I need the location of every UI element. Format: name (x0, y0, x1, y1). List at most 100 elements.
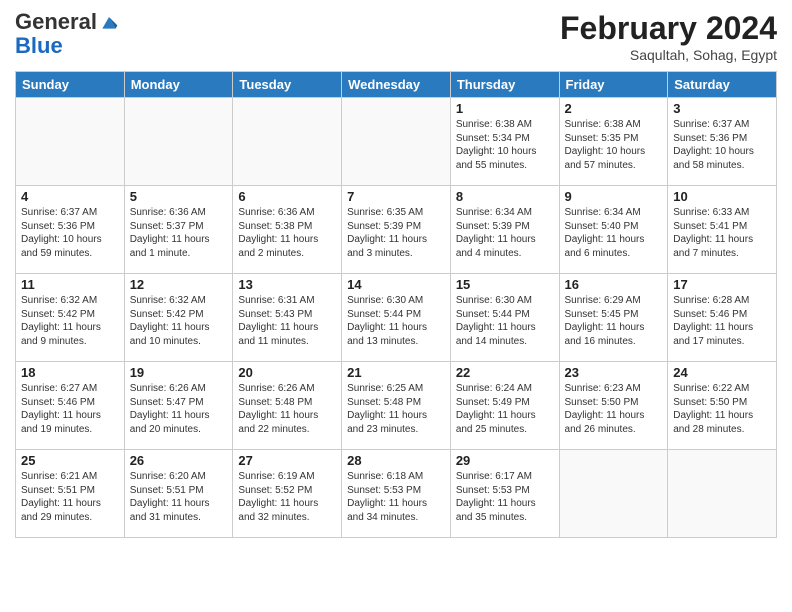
table-row: 22 Sunrise: 6:24 AM Sunset: 5:49 PM Dayli… (450, 362, 559, 450)
day-number: 18 (21, 365, 119, 380)
day-info: Sunrise: 6:36 AM Sunset: 5:38 PM Dayligh… (238, 206, 336, 260)
calendar-week-row: 4 Sunrise: 6:37 AM Sunset: 5:36 PM Daylig… (16, 186, 777, 274)
calendar-body: 1 Sunrise: 6:38 AM Sunset: 5:34 PM Daylig… (16, 98, 777, 538)
table-row: 24Sunrise: 6:22 AM Sunset: 5:50 PM Dayli… (668, 362, 777, 450)
day-info: Sunrise: 6:26 AM Sunset: 5:47 PM Dayligh… (130, 382, 228, 436)
day-number: 16 (565, 277, 663, 292)
day-info: Sunrise: 6:31 AM Sunset: 5:43 PM Dayligh… (238, 294, 336, 348)
table-row: 13 Sunrise: 6:31 AM Sunset: 5:43 PM Dayli… (233, 274, 342, 362)
table-row: 4 Sunrise: 6:37 AM Sunset: 5:36 PM Daylig… (16, 186, 125, 274)
day-number: 8 (456, 189, 554, 204)
col-friday: Friday (559, 72, 668, 98)
day-info: Sunrise: 6:37 AM Sunset: 5:36 PM Dayligh… (21, 206, 119, 260)
day-info: Sunrise: 6:36 AM Sunset: 5:37 PM Dayligh… (130, 206, 228, 260)
table-row: 15 Sunrise: 6:30 AM Sunset: 5:44 PM Dayli… (450, 274, 559, 362)
table-row: 9 Sunrise: 6:34 AM Sunset: 5:40 PM Daylig… (559, 186, 668, 274)
day-info: Sunrise: 6:34 AM Sunset: 5:40 PM Dayligh… (565, 206, 663, 260)
table-row: 27 Sunrise: 6:19 AM Sunset: 5:52 PM Dayli… (233, 450, 342, 538)
logo: General Blue (15, 10, 119, 58)
calendar-week-row: 25 Sunrise: 6:21 AM Sunset: 5:51 PM Dayli… (16, 450, 777, 538)
day-number: 13 (238, 277, 336, 292)
table-row: 18 Sunrise: 6:27 AM Sunset: 5:46 PM Dayli… (16, 362, 125, 450)
table-row: 11Sunrise: 6:32 AM Sunset: 5:42 PM Dayli… (16, 274, 125, 362)
table-row (559, 450, 668, 538)
table-row: 29 Sunrise: 6:17 AM Sunset: 5:53 PM Dayli… (450, 450, 559, 538)
table-row: 12Sunrise: 6:32 AM Sunset: 5:42 PM Dayli… (124, 274, 233, 362)
day-info: Sunrise: 6:32 AM Sunset: 5:42 PM Dayligh… (130, 294, 228, 348)
day-info: Sunrise: 6:38 AM Sunset: 5:35 PM Dayligh… (565, 118, 663, 172)
table-row (342, 98, 451, 186)
header: General Blue February 2024 Saqultah, Soh… (15, 10, 777, 63)
day-info: Sunrise: 6:25 AM Sunset: 5:48 PM Dayligh… (347, 382, 445, 436)
col-sunday: Sunday (16, 72, 125, 98)
day-number: 11 (21, 277, 119, 292)
day-info: Sunrise: 6:34 AM Sunset: 5:39 PM Dayligh… (456, 206, 554, 260)
calendar-week-row: 1 Sunrise: 6:38 AM Sunset: 5:34 PM Daylig… (16, 98, 777, 186)
table-row: 28 Sunrise: 6:18 AM Sunset: 5:53 PM Dayli… (342, 450, 451, 538)
table-row: 26 Sunrise: 6:20 AM Sunset: 5:51 PM Dayli… (124, 450, 233, 538)
day-info: Sunrise: 6:26 AM Sunset: 5:48 PM Dayligh… (238, 382, 336, 436)
calendar-week-row: 11 Sunrise: 6:32 AM Sunset: 5:42 PM Dayli… (16, 274, 777, 362)
table-row: 23 Sunrise: 6:23 AM Sunset: 5:50 PM Dayli… (559, 362, 668, 450)
table-row (233, 98, 342, 186)
logo-icon (99, 12, 119, 32)
col-wednesday: Wednesday (342, 72, 451, 98)
day-info: Sunrise: 6:38 AM Sunset: 5:34 PM Dayligh… (456, 118, 554, 172)
calendar-table: Sunday Monday Tuesday Wednesday Thursday… (15, 71, 777, 538)
day-number: 24 (673, 365, 771, 380)
day-number: 26 (130, 453, 228, 468)
col-saturday: Saturday (668, 72, 777, 98)
table-row: 14 Sunrise: 6:30 AM Sunset: 5:44 PM Dayli… (342, 274, 451, 362)
day-info: Sunrise: 6:27 AM Sunset: 5:46 PM Dayligh… (21, 382, 119, 436)
day-number: 20 (238, 365, 336, 380)
day-info: Sunrise: 6:23 AM Sunset: 5:50 PM Dayligh… (565, 382, 663, 436)
day-info: Sunrise: 6:17 AM Sunset: 5:53 PM Dayligh… (456, 470, 554, 524)
table-row: 25 Sunrise: 6:21 AM Sunset: 5:51 PM Dayli… (16, 450, 125, 538)
table-row: 16 Sunrise: 6:29 AM Sunset: 5:45 PM Dayli… (559, 274, 668, 362)
table-row: 8 Sunrise: 6:34 AM Sunset: 5:39 PM Daylig… (450, 186, 559, 274)
day-number: 4 (21, 189, 119, 204)
day-info: Sunrise: 6:37 AM Sunset: 5:36 PM Dayligh… (673, 118, 771, 172)
day-info: Sunrise: 6:20 AM Sunset: 5:51 PM Dayligh… (130, 470, 228, 524)
table-row: 20 Sunrise: 6:26 AM Sunset: 5:48 PM Dayli… (233, 362, 342, 450)
logo-general-text: General (15, 10, 97, 34)
table-row (16, 98, 125, 186)
table-row: 6Sunrise: 6:36 AM Sunset: 5:38 PM Daylig… (233, 186, 342, 274)
day-info: Sunrise: 6:24 AM Sunset: 5:49 PM Dayligh… (456, 382, 554, 436)
day-number: 14 (347, 277, 445, 292)
table-row (668, 450, 777, 538)
calendar-subtitle: Saqultah, Sohag, Egypt (560, 47, 777, 63)
day-number: 25 (21, 453, 119, 468)
day-number: 19 (130, 365, 228, 380)
day-number: 17 (673, 277, 771, 292)
day-info: Sunrise: 6:30 AM Sunset: 5:44 PM Dayligh… (456, 294, 554, 348)
col-thursday: Thursday (450, 72, 559, 98)
table-row: 7Sunrise: 6:35 AM Sunset: 5:39 PM Daylig… (342, 186, 451, 274)
day-number: 15 (456, 277, 554, 292)
day-info: Sunrise: 6:21 AM Sunset: 5:51 PM Dayligh… (21, 470, 119, 524)
table-row: 10Sunrise: 6:33 AM Sunset: 5:41 PM Dayli… (668, 186, 777, 274)
day-number: 21 (347, 365, 445, 380)
day-info: Sunrise: 6:35 AM Sunset: 5:39 PM Dayligh… (347, 206, 445, 260)
day-info: Sunrise: 6:18 AM Sunset: 5:53 PM Dayligh… (347, 470, 445, 524)
day-number: 27 (238, 453, 336, 468)
col-monday: Monday (124, 72, 233, 98)
table-row: 19 Sunrise: 6:26 AM Sunset: 5:47 PM Dayli… (124, 362, 233, 450)
table-row: 21 Sunrise: 6:25 AM Sunset: 5:48 PM Dayli… (342, 362, 451, 450)
day-number: 22 (456, 365, 554, 380)
day-number: 9 (565, 189, 663, 204)
day-info: Sunrise: 6:29 AM Sunset: 5:45 PM Dayligh… (565, 294, 663, 348)
day-number: 1 (456, 101, 554, 116)
calendar-header-row: Sunday Monday Tuesday Wednesday Thursday… (16, 72, 777, 98)
day-number: 23 (565, 365, 663, 380)
day-info: Sunrise: 6:30 AM Sunset: 5:44 PM Dayligh… (347, 294, 445, 348)
title-block: February 2024 Saqultah, Sohag, Egypt (560, 10, 777, 63)
page: General Blue February 2024 Saqultah, Soh… (0, 0, 792, 612)
table-row: 5 Sunrise: 6:36 AM Sunset: 5:37 PM Daylig… (124, 186, 233, 274)
day-number: 29 (456, 453, 554, 468)
day-number: 10 (673, 189, 771, 204)
day-number: 2 (565, 101, 663, 116)
day-number: 28 (347, 453, 445, 468)
day-number: 5 (130, 189, 228, 204)
day-info: Sunrise: 6:19 AM Sunset: 5:52 PM Dayligh… (238, 470, 336, 524)
